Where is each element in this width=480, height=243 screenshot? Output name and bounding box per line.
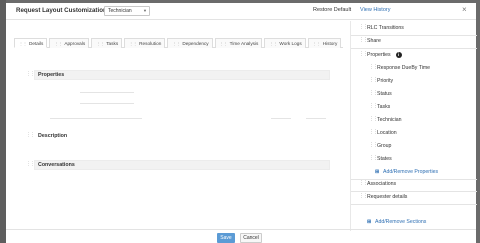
property-field-item[interactable]: ⋮⋮ Location	[351, 128, 477, 140]
sidebar-item-requester-details[interactable]: ⋮⋮ Requester details	[351, 192, 477, 204]
view-history-button[interactable]: View History	[360, 7, 390, 13]
add-remove-sections-link[interactable]: ⊞ Add/Remove Sections	[351, 217, 477, 229]
close-icon[interactable]: ×	[462, 5, 467, 14]
save-button[interactable]: Save	[217, 233, 235, 243]
sidebar-panel: ⋮⋮ RLC Transitions ⋮⋮ Share ⋮⋮ Propertie…	[350, 21, 477, 231]
sidebar-item-share[interactable]: ⋮⋮ Share	[351, 36, 477, 48]
plus-icon: ⊞	[375, 169, 380, 175]
tab-time-analysis[interactable]: ⋮⋮ Time Analysis	[214, 38, 263, 48]
drag-handle-icon[interactable]: ⋮⋮	[359, 193, 368, 199]
tab-dependency[interactable]: ⋮⋮ Dependency	[167, 38, 213, 48]
tab-tasks[interactable]: ⋮⋮ Tasks	[91, 38, 123, 48]
tab-work-logs[interactable]: ⋮⋮ Work Logs	[264, 38, 306, 48]
tab-details[interactable]: ⋮⋮ Details	[14, 38, 48, 48]
dialog-footer: Save Cancel	[6, 229, 476, 243]
info-icon[interactable]: i	[395, 52, 402, 58]
placeholder-field-line	[80, 103, 134, 104]
tab-approvals[interactable]: ⋮⋮ Approvals	[49, 38, 90, 48]
placeholder-field-line	[306, 118, 326, 119]
section-bar	[34, 70, 330, 80]
section-properties[interactable]: ⋮⋮ Properties	[26, 70, 330, 80]
drag-handle-icon[interactable]: ⋮⋮	[19, 41, 27, 46]
drag-handle-icon[interactable]: ⋮⋮	[359, 51, 368, 57]
sidebar-item-rlc-transitions[interactable]: ⋮⋮ RLC Transitions	[351, 23, 477, 35]
drag-handle-icon[interactable]: ⋮⋮	[26, 71, 35, 77]
divider	[351, 204, 477, 205]
dialog-title: Request Layout Customization	[16, 7, 107, 14]
layout-canvas: ⋮⋮ Details ⋮⋮ Approvals ⋮⋮ Tasks ⋮⋮ Resoluti…	[6, 21, 350, 226]
tab-resolution[interactable]: ⋮⋮ Resolution	[124, 38, 166, 48]
property-field-item[interactable]: ⋮⋮ Technician	[351, 115, 477, 127]
drag-handle-icon[interactable]: ⋮⋮	[26, 161, 35, 167]
drag-handle-icon[interactable]: ⋮⋮	[359, 180, 368, 186]
add-remove-properties-link[interactable]: ⊞ Add/Remove Properties	[351, 167, 477, 179]
section-bar	[34, 160, 330, 170]
section-properties-label: Properties	[38, 72, 65, 78]
drag-handle-icon[interactable]: ⋮⋮	[369, 129, 378, 135]
tab-history[interactable]: ⋮⋮ History	[307, 38, 342, 48]
template-select[interactable]: Technician ▼	[104, 6, 150, 16]
placeholder-field-line	[80, 92, 134, 93]
property-field-item[interactable]: ⋮⋮ Response DueBy Time	[351, 63, 477, 75]
drag-handle-icon[interactable]: ⋮⋮	[26, 132, 35, 138]
property-field-item[interactable]: ⋮⋮ Group	[351, 141, 477, 153]
drag-handle-icon[interactable]: ⋮⋮	[313, 41, 321, 46]
property-field-item[interactable]: ⋮⋮ Priority	[351, 76, 477, 88]
plus-icon: ⊞	[367, 219, 372, 225]
chevron-down-icon: ▼	[143, 8, 147, 13]
placeholder-field-line	[271, 118, 291, 119]
property-field-item[interactable]: ⋮⋮ Tasks	[351, 102, 477, 114]
drag-handle-icon[interactable]: ⋮⋮	[369, 103, 378, 109]
drag-handle-icon[interactable]: ⋮⋮	[369, 77, 378, 83]
section-conversations-label: Conversations	[38, 162, 75, 168]
sidebar-item-associations[interactable]: ⋮⋮ Associations	[351, 179, 477, 191]
cancel-button[interactable]: Cancel	[240, 233, 262, 243]
property-field-item[interactable]: ⋮⋮ States	[351, 154, 477, 166]
divider	[351, 48, 477, 49]
drag-handle-icon[interactable]: ⋮⋮	[369, 116, 378, 122]
placeholder-field-line	[50, 118, 142, 119]
section-bar	[34, 131, 330, 141]
drag-handle-icon[interactable]: ⋮⋮	[269, 41, 277, 46]
drag-handle-icon[interactable]: ⋮⋮	[359, 24, 368, 30]
drag-handle-icon[interactable]: ⋮⋮	[54, 41, 62, 46]
drag-handle-icon[interactable]: ⋮⋮	[220, 41, 228, 46]
section-conversations[interactable]: ⋮⋮ Conversations	[26, 160, 330, 170]
tab-bar: ⋮⋮ Details ⋮⋮ Approvals ⋮⋮ Tasks ⋮⋮ Resoluti…	[14, 38, 344, 48]
layout-customization-dialog: Request Layout Customization Technician …	[6, 3, 477, 243]
restore-default-button[interactable]: Restore Default	[313, 7, 351, 13]
drag-handle-icon[interactable]: ⋮⋮	[129, 41, 137, 46]
drag-handle-icon[interactable]: ⋮⋮	[172, 41, 180, 46]
property-field-item[interactable]: ⋮⋮ Status	[351, 89, 477, 101]
section-description-label: Description	[38, 133, 68, 139]
drag-handle-icon[interactable]: ⋮⋮	[369, 155, 378, 161]
section-description[interactable]: ⋮⋮ Description	[26, 131, 330, 141]
template-select-value: Technician	[108, 8, 132, 14]
dialog-header: Request Layout Customization Technician …	[6, 3, 476, 20]
sidebar-item-properties[interactable]: ⋮⋮ Properties i	[351, 50, 477, 62]
drag-handle-icon[interactable]: ⋮⋮	[369, 142, 378, 148]
drag-handle-icon[interactable]: ⋮⋮	[359, 37, 368, 43]
drag-handle-icon[interactable]: ⋮⋮	[369, 64, 378, 70]
drag-handle-icon[interactable]: ⋮⋮	[96, 41, 104, 46]
drag-handle-icon[interactable]: ⋮⋮	[369, 90, 378, 96]
